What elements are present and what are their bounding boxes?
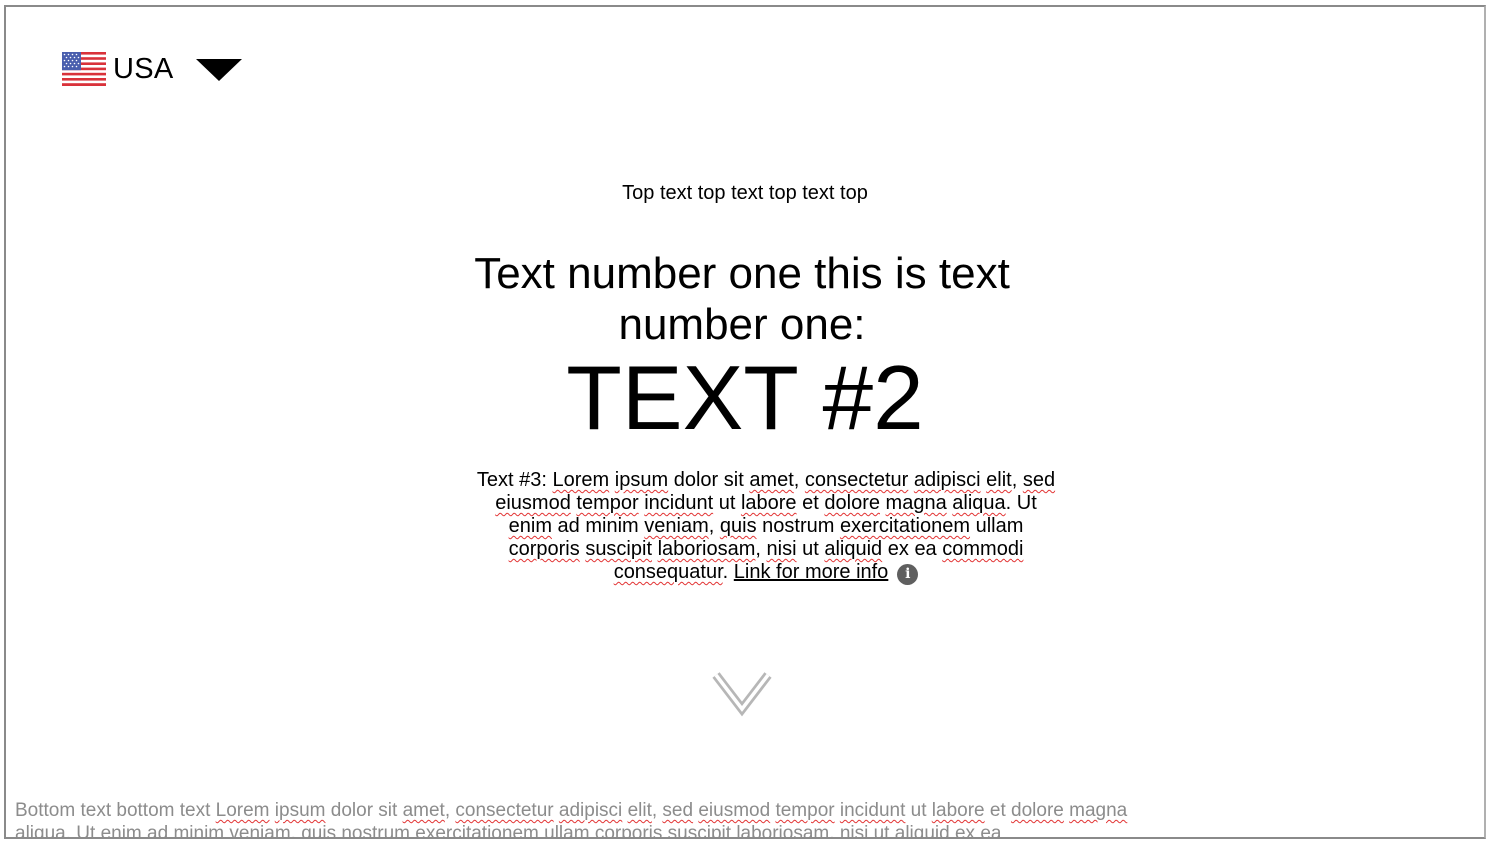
spellcheck-word: Lorem	[552, 469, 610, 491]
spellcheck-word: sed	[1022, 469, 1056, 491]
spellcheck-word: ipsum	[614, 469, 669, 491]
country-label[interactable]: USA	[113, 53, 174, 86]
spellcheck-word: amet	[402, 800, 445, 821]
spellcheck-word: tempor	[576, 492, 639, 514]
spellcheck-word: exercitationem	[839, 515, 971, 537]
spellcheck-word: sed	[662, 800, 694, 821]
spellcheck-word: magna	[885, 492, 947, 514]
spellcheck-word: consectetur	[804, 469, 909, 491]
headline: Text number one this is text number one:	[474, 249, 1010, 349]
spellcheck-word: eiusmod	[495, 492, 571, 514]
top-text: Top text top text top text top	[622, 182, 868, 204]
spellcheck-word: aliqua	[952, 492, 1006, 514]
spellcheck-word: aliqua	[15, 823, 66, 839]
spellcheck-word: suscipit	[667, 823, 732, 839]
spellcheck-word: corporis	[508, 538, 580, 560]
spellcheck-word: tempor	[775, 800, 835, 821]
spellcheck-word: corporis	[594, 823, 663, 839]
spellcheck-word: nisi	[766, 538, 797, 560]
spellcheck-word: dolore	[824, 492, 880, 514]
spellcheck-word: enim	[508, 515, 552, 537]
spellcheck-word: aliquid	[894, 823, 950, 839]
spellcheck-word: quis	[301, 823, 337, 839]
spellcheck-word: eiusmod	[698, 800, 771, 821]
spellcheck-word: labore	[931, 800, 985, 821]
description: Text #3: Lorem ipsum dolor sit amet, con…	[471, 469, 1061, 585]
country-selector[interactable]: USA	[62, 49, 242, 89]
spellcheck-word: quis	[719, 515, 757, 537]
spellcheck-word: adipisci	[558, 800, 623, 821]
spellcheck-word: suscipit	[585, 538, 653, 560]
spellcheck-word: magna	[1069, 800, 1128, 821]
spellcheck-word: commodi	[942, 538, 1024, 560]
big-title: TEXT #2	[566, 348, 924, 449]
chevron-down-icon[interactable]	[711, 669, 773, 719]
spellcheck-word: laboriosam	[657, 538, 756, 560]
spellcheck-word: elit	[627, 800, 652, 821]
spellcheck-word: nisi	[839, 823, 869, 839]
spellcheck-word: consectetur	[455, 800, 554, 821]
info-icon[interactable]: i	[897, 564, 919, 585]
spellcheck-word: veniam	[229, 823, 291, 839]
spellcheck-word: laboriosam	[736, 823, 830, 839]
caret-down-icon[interactable]	[195, 59, 242, 81]
spellcheck-word: ipsum	[274, 800, 326, 821]
spellcheck-word: veniam	[644, 515, 709, 537]
spellcheck-word: consequatur	[613, 561, 723, 583]
more-info-link[interactable]: Link for more info	[734, 561, 889, 583]
spellcheck-word: incidunt	[644, 492, 714, 514]
description-prefix: Text #3:	[476, 469, 547, 491]
spellcheck-word: aliquid	[824, 538, 883, 560]
spellcheck-word: dolore	[1011, 800, 1064, 821]
spellcheck-word: labore	[740, 492, 797, 514]
bottom-text-prefix: Bottom text bottom text	[15, 800, 211, 821]
spellcheck-word: elit	[986, 469, 1012, 491]
us-flag-icon	[62, 52, 106, 86]
spellcheck-word: adipisci	[913, 469, 981, 491]
page-frame: USA Top text top text top text top Text …	[4, 5, 1486, 839]
spellcheck-word: amet	[749, 469, 794, 491]
bottom-text: Bottom text bottom text Lorem ipsum dolo…	[15, 799, 1165, 839]
spellcheck-word: enim	[100, 823, 142, 839]
spellcheck-word: Lorem	[215, 800, 270, 821]
spellcheck-word: incidunt	[839, 800, 906, 821]
spellcheck-word: exercitationem	[415, 823, 539, 839]
